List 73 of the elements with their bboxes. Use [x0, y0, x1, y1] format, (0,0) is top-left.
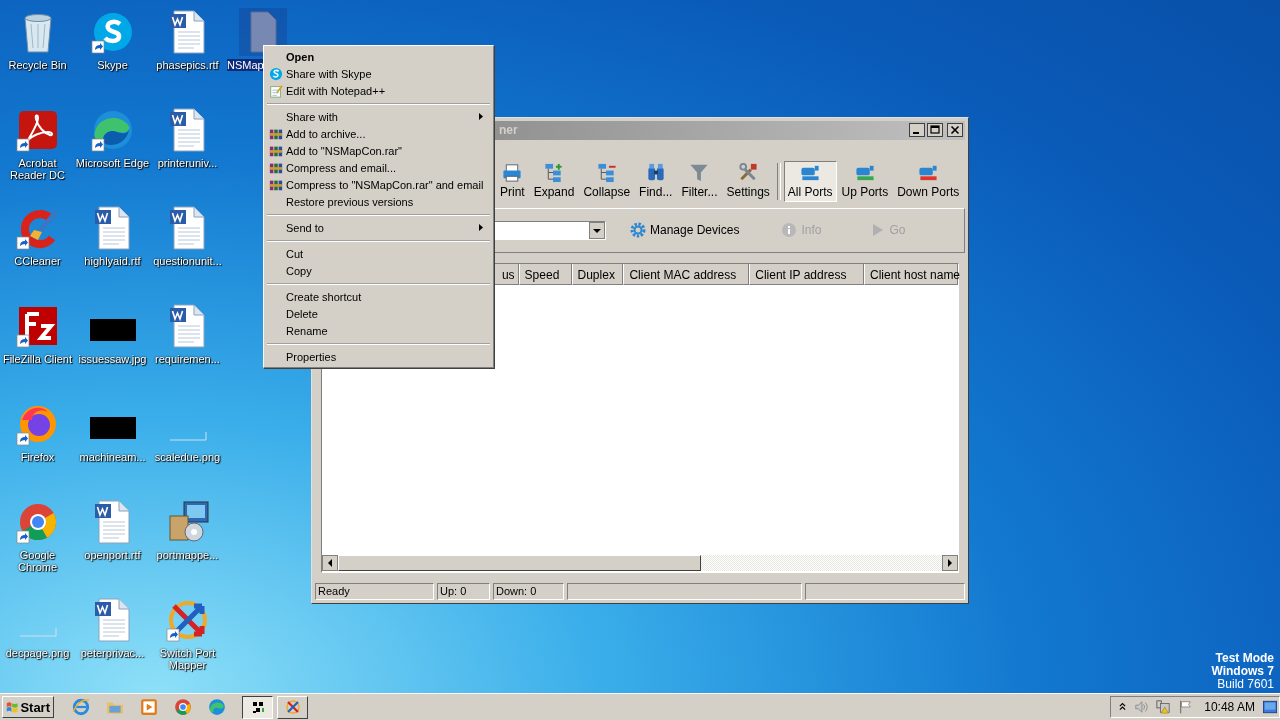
- desktop-icon-label[interactable]: Skype: [97, 59, 128, 71]
- menu-item[interactable]: Cut: [266, 245, 491, 262]
- maximize-button[interactable]: [927, 123, 943, 138]
- start-button[interactable]: Start: [2, 696, 54, 718]
- desktop-overlay-text: Test Mode: [1215, 652, 1274, 665]
- toolbar-button[interactable]: Settings: [722, 160, 774, 202]
- scrollbar-thumb[interactable]: [338, 555, 701, 572]
- tree-collapse-icon: [595, 161, 618, 183]
- desktop-icon-label[interactable]: printeruniv...: [157, 157, 218, 169]
- chrome-icon[interactable]: [174, 698, 192, 716]
- toolbar-button[interactable]: Up Ports: [837, 160, 893, 202]
- close-button[interactable]: [947, 123, 963, 138]
- notepad-icon: [269, 83, 283, 98]
- scroll-right-button[interactable]: [942, 555, 958, 572]
- toolbar-button[interactable]: Down Ports: [893, 160, 964, 202]
- desktop-icon-label[interactable]: CCleaner: [14, 255, 61, 267]
- column-header[interactable]: Duplex: [571, 263, 624, 285]
- desktop-icon-label[interactable]: Microsoft Edge: [75, 157, 150, 169]
- window-title: ner: [499, 123, 518, 138]
- desktop-icon-label[interactable]: phasepics.rtf: [156, 59, 219, 71]
- toolbar-button[interactable]: Collapse: [579, 160, 635, 202]
- desktop-icon-label[interactable]: Acrobat Reader DC: [7, 157, 68, 181]
- desktop-icon-label[interactable]: Recycle Bin: [8, 59, 67, 71]
- show-desktop-icon[interactable]: [1262, 700, 1277, 714]
- scroll-left-button[interactable]: [322, 555, 338, 572]
- horizontal-scrollbar[interactable]: [322, 555, 958, 572]
- menu-item[interactable]: Compress to "NSMapCon.rar" and email: [266, 176, 491, 193]
- toolbar-button[interactable]: Filter...: [677, 160, 722, 202]
- toolbar-button[interactable]: Find...: [635, 160, 677, 202]
- menu-item[interactable]: Edit with Notepad++: [266, 82, 491, 99]
- menu-item[interactable]: Compress and email...: [266, 159, 491, 176]
- column-header[interactable]: Client host name: [864, 263, 958, 285]
- toolbar-button[interactable]: All Ports: [783, 160, 837, 202]
- menu-item[interactable]: Create shortcut: [266, 288, 491, 305]
- menu-item[interactable]: Share with Skype: [266, 65, 491, 82]
- info-icon: [781, 222, 798, 239]
- tools-icon: [737, 161, 760, 183]
- menu-item[interactable]: Add to "NSMapCon.rar": [266, 142, 491, 159]
- status-panel: Ready: [315, 583, 434, 600]
- status-panel: Down: 0: [493, 583, 564, 600]
- column-header[interactable]: Client IP address: [749, 263, 864, 285]
- windows-logo-icon: [6, 700, 19, 714]
- taskbar-button[interactable]: [242, 695, 273, 719]
- column-header[interactable]: Client MAC address: [623, 263, 750, 285]
- menu-item[interactable]: Delete: [266, 305, 491, 322]
- media-player-icon[interactable]: [140, 698, 158, 716]
- desktop-overlay-text: Windows 7: [1211, 665, 1274, 678]
- desktop-icon-label[interactable]: NSMap: [227, 59, 264, 71]
- status-panel: Up: 0: [437, 583, 490, 600]
- menu-item[interactable]: Open: [266, 48, 491, 65]
- chevron-up-icon[interactable]: [1119, 702, 1127, 712]
- minimize-button[interactable]: [909, 123, 925, 138]
- manage-devices-button[interactable]: Manage Devices: [628, 220, 742, 241]
- menu-item[interactable]: Copy: [266, 262, 491, 279]
- desktop-icon-label[interactable]: highlyaid.rtf: [84, 255, 141, 267]
- skype-icon: [269, 66, 283, 81]
- menu-item[interactable]: Restore previous versions: [266, 193, 491, 210]
- gear-icon: [630, 222, 646, 239]
- menu-item[interactable]: Add to archive...: [266, 125, 491, 142]
- toolbar-button[interactable]: Print: [496, 160, 529, 202]
- clock[interactable]: 10:48 AM: [1204, 700, 1255, 714]
- printer-icon: [501, 161, 524, 183]
- desktop-overlay-text: Build 7601: [1217, 678, 1274, 691]
- toolbar-button[interactable]: Expand: [529, 160, 579, 202]
- network-warning-icon[interactable]: [1156, 699, 1171, 715]
- menu-item[interactable]: Share with: [266, 108, 491, 125]
- switch-mapper-icon: [284, 699, 301, 715]
- column-header[interactable]: Speed: [518, 263, 572, 285]
- menu-item[interactable]: Rename: [266, 322, 491, 339]
- menu-item[interactable]: Send to: [266, 219, 491, 236]
- flag-icon[interactable]: [1178, 699, 1193, 715]
- file-icon[interactable]: [238, 8, 287, 56]
- menu-item[interactable]: Properties: [266, 348, 491, 365]
